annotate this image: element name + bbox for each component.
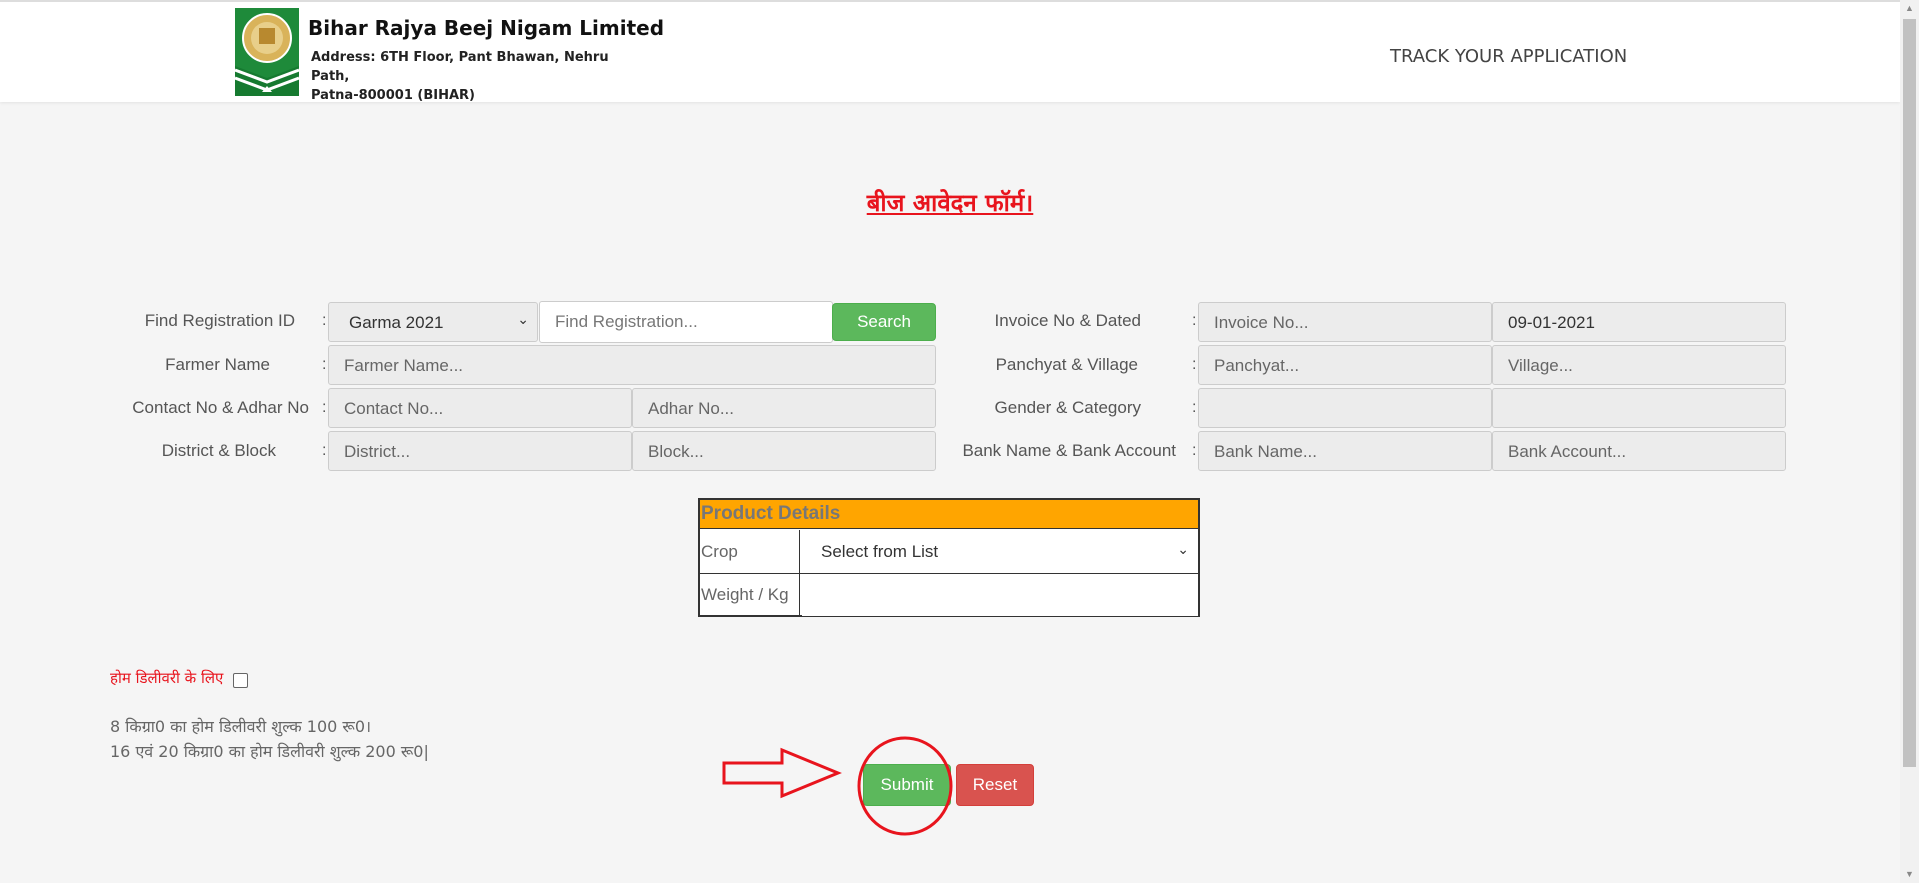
colon: : bbox=[322, 399, 327, 416]
delivery-note-line-1: 8 किग्रा0 का होम डिलीवरी शुल्क 100 रू0। bbox=[110, 717, 372, 736]
search-button[interactable]: Search bbox=[832, 303, 936, 341]
bank-label: Bank Name & Bank Account bbox=[962, 441, 1176, 460]
season-select-value: Garma 2021 bbox=[349, 313, 444, 332]
scroll-down-arrow-icon[interactable]: ▼ bbox=[1900, 866, 1919, 883]
crop-select[interactable]: Select from List ⌄ bbox=[801, 531, 1197, 572]
colon: : bbox=[1192, 356, 1197, 373]
org-name: Bihar Rajya Beej Nigam Limited bbox=[308, 16, 665, 40]
panchyat-field[interactable]: Panchyat... bbox=[1198, 345, 1492, 385]
reset-button[interactable]: Reset bbox=[956, 764, 1034, 806]
chevron-down-icon: ⌄ bbox=[517, 311, 529, 327]
address-line-1: Address: 6TH Floor, Pant Bhawan, Nehru P… bbox=[311, 50, 609, 84]
red-arrow-icon bbox=[722, 747, 842, 799]
find-registration-label: Find Registration ID bbox=[144, 311, 295, 330]
contact-label: Contact No & Adhar No bbox=[132, 398, 309, 417]
gender-label: Gender & Category bbox=[994, 398, 1141, 417]
weight-row: Weight / Kg bbox=[700, 573, 1198, 616]
home-delivery-label: होम डिलीवरी के लिए bbox=[110, 669, 224, 687]
chevron-down-icon: ⌄ bbox=[1177, 541, 1189, 557]
invoice-no-field[interactable]: Invoice No... bbox=[1198, 302, 1492, 342]
scroll-thumb[interactable] bbox=[1903, 19, 1916, 767]
delivery-note-line-2: 16 एवं 20 किग्रा0 का होम डिलीवरी शुल्क 2… bbox=[110, 742, 429, 761]
colon: : bbox=[322, 442, 327, 459]
farmer-name-label: Farmer Name bbox=[165, 355, 270, 374]
track-application-link[interactable]: TRACK YOUR APPLICATION bbox=[1390, 46, 1627, 67]
bank-name-field[interactable]: Bank Name... bbox=[1198, 431, 1492, 471]
adhar-no-field[interactable]: Adhar No... bbox=[632, 388, 936, 428]
bihar-beej-logo bbox=[235, 8, 299, 96]
site-header: Bihar Rajya Beej Nigam Limited Address: … bbox=[0, 0, 1900, 105]
form-title: बीज आवेदन फॉर्म। bbox=[866, 189, 1034, 217]
farmer-name-field[interactable]: Farmer Name... bbox=[328, 345, 936, 385]
colon: : bbox=[1192, 399, 1197, 416]
bank-account-field[interactable]: Bank Account... bbox=[1492, 431, 1786, 471]
weight-input[interactable] bbox=[802, 574, 1198, 616]
crop-label: Crop bbox=[700, 530, 800, 573]
gender-field[interactable] bbox=[1198, 388, 1492, 428]
colon: : bbox=[1192, 442, 1197, 459]
district-label: District & Block bbox=[161, 441, 276, 460]
org-address: Address: 6TH Floor, Pant Bhawan, Nehru P… bbox=[311, 48, 651, 105]
colon: : bbox=[1192, 312, 1197, 329]
submit-button[interactable]: Submit bbox=[863, 764, 951, 806]
product-details-table: Product Details Crop Select from List ⌄ … bbox=[698, 498, 1200, 617]
product-details-header: Product Details bbox=[700, 500, 1198, 529]
colon: : bbox=[322, 356, 327, 373]
village-field[interactable]: Village... bbox=[1492, 345, 1786, 385]
panchyat-label: Panchyat & Village bbox=[995, 355, 1138, 374]
scroll-up-arrow-icon[interactable]: ▲ bbox=[1900, 0, 1919, 17]
home-delivery-checkbox[interactable] bbox=[233, 673, 248, 688]
colon: : bbox=[322, 312, 327, 329]
invoice-label: Invoice No & Dated bbox=[994, 311, 1141, 330]
season-select[interactable]: Garma 2021 ⌄ bbox=[328, 302, 538, 342]
page-scrollbar[interactable]: ▲ ▼ bbox=[1900, 0, 1919, 883]
find-registration-input[interactable]: Find Registration... bbox=[539, 301, 833, 343]
block-field[interactable]: Block... bbox=[632, 431, 936, 471]
invoice-date-field[interactable]: 09-01-2021 bbox=[1492, 302, 1786, 342]
crop-select-value: Select from List bbox=[821, 542, 939, 561]
contact-no-field[interactable]: Contact No... bbox=[328, 388, 632, 428]
district-field[interactable]: District... bbox=[328, 431, 632, 471]
address-line-2: Patna-800001 (BIHAR) bbox=[311, 88, 475, 103]
category-field[interactable] bbox=[1492, 388, 1786, 428]
weight-label: Weight / Kg bbox=[700, 574, 800, 616]
